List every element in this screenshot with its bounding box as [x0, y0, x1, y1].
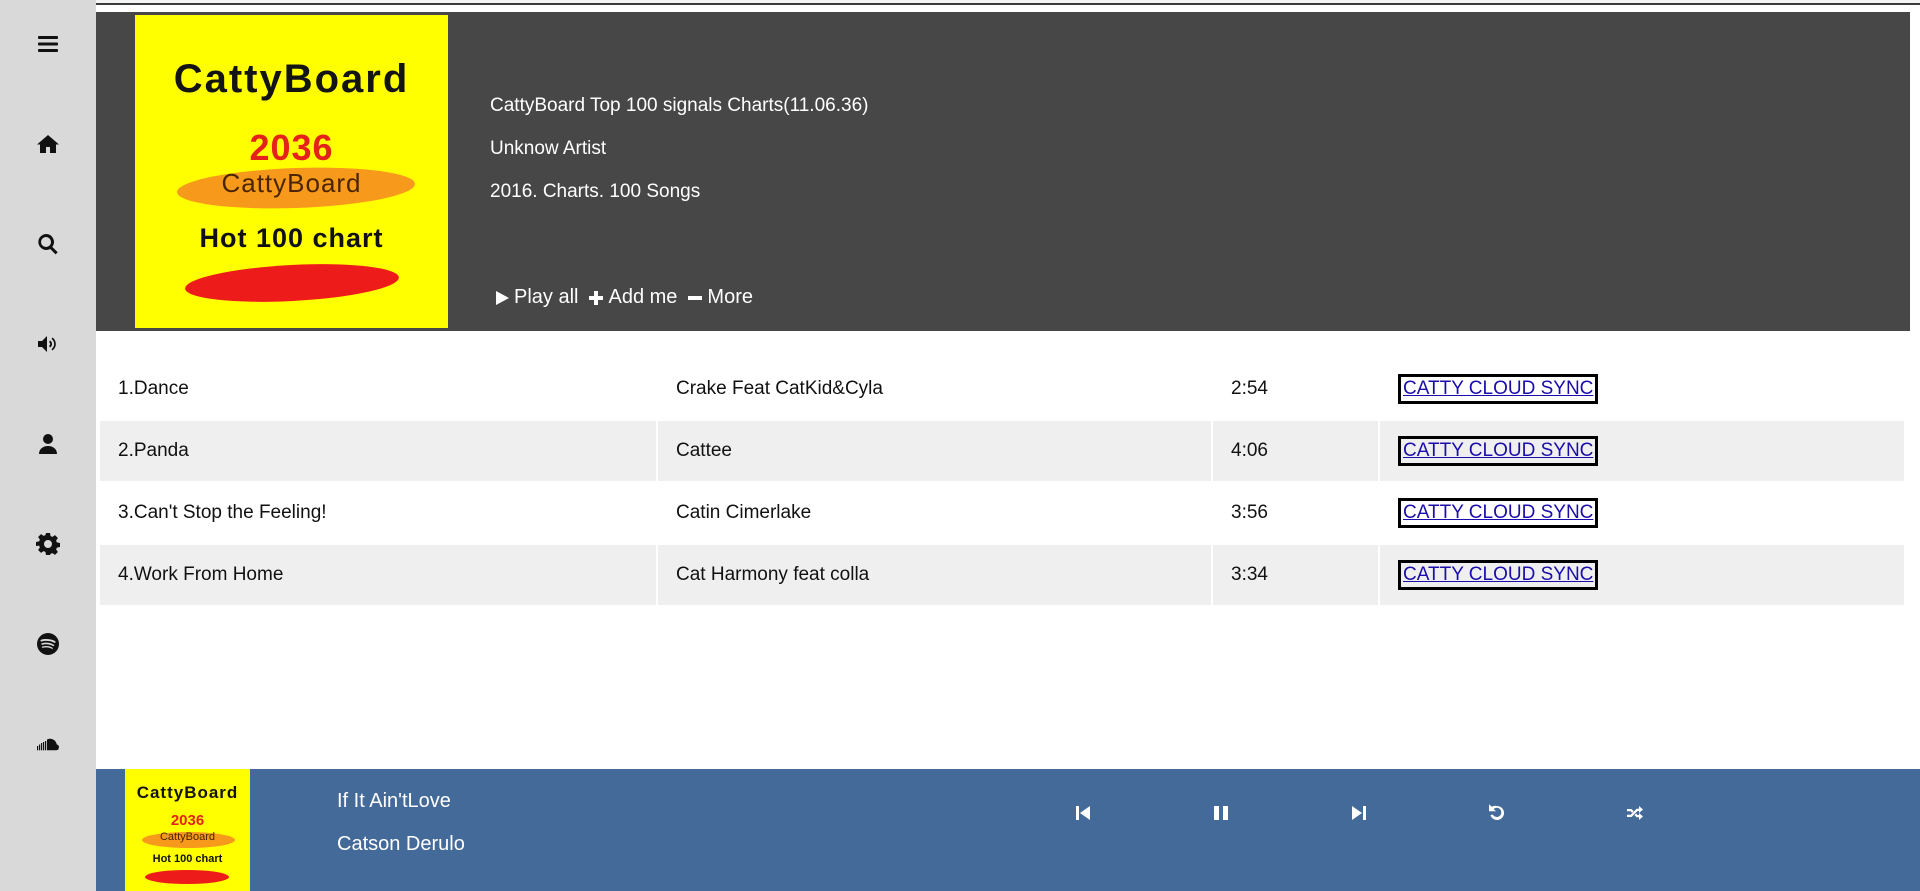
top-border-dark — [96, 3, 1920, 5]
repeat-button[interactable] — [1477, 793, 1517, 833]
user-icon — [39, 434, 57, 454]
cover-brand: CattyBoard — [173, 57, 410, 101]
table-row[interactable]: 2.Panda Cattee 4:06 CATTY CLOUD SYNC — [100, 421, 1908, 481]
search-icon — [38, 234, 58, 255]
mini-cover-red-swoosh — [145, 870, 229, 884]
user-button[interactable] — [0, 414, 96, 474]
now-playing-cover[interactable]: CattyBoard 2036 CattyBoard Hot 100 chart — [125, 769, 250, 891]
home-icon — [37, 135, 59, 153]
soundcloud-button[interactable] — [0, 714, 96, 774]
settings-button[interactable] — [0, 514, 96, 574]
menu-button[interactable] — [0, 14, 96, 74]
play-all-label: Play all — [514, 286, 579, 308]
track-sync-cell: CATTY CLOUD SYNC — [1380, 359, 1904, 419]
track-sync-cell: CATTY CLOUD SYNC — [1380, 545, 1904, 605]
track-sync-cell: CATTY CLOUD SYNC — [1380, 421, 1904, 481]
album-actions: Play all Add me More — [494, 286, 753, 309]
shuffle-button[interactable] — [1615, 793, 1655, 833]
track-list: 1.Dance Crake Feat CatKid&Cyla 2:54 CATT… — [100, 359, 1908, 607]
cover-hot-label: Hot 100 chart — [199, 223, 384, 253]
menu-icon — [38, 36, 58, 52]
cover-year: 2036 — [249, 127, 334, 168]
track-duration: 3:56 — [1231, 502, 1268, 523]
track-artist: Crake Feat CatKid&Cyla — [676, 378, 883, 399]
next-icon — [1352, 806, 1366, 820]
mini-cover-subtitle: CattyBoard — [159, 831, 216, 843]
sidebar — [0, 0, 96, 891]
previous-button[interactable] — [1063, 793, 1103, 833]
search-button[interactable] — [0, 214, 96, 274]
more-button[interactable]: More — [687, 286, 753, 309]
cover-red-swoosh — [184, 259, 400, 307]
spotify-button[interactable] — [0, 614, 96, 674]
table-row[interactable]: 1.Dance Crake Feat CatKid&Cyla 2:54 CATT… — [100, 359, 1908, 419]
next-button[interactable] — [1339, 793, 1379, 833]
track-title: 1.Dance — [118, 378, 189, 399]
now-playing-artist: Catson Derulo — [337, 833, 465, 855]
album-title: CattyBoard Top 100 signals Charts(11.06.… — [490, 95, 869, 116]
album-header: CattyBoard 2036 CattyBoard Hot 100 chart… — [96, 12, 1910, 331]
track-title: 4.Work From Home — [100, 545, 656, 605]
album-artist: Unknow Artist — [490, 138, 607, 159]
track-sync-cell: CATTY CLOUD SYNC — [1380, 483, 1904, 543]
track-title: 2.Panda — [100, 421, 656, 481]
mini-cover-hot-label: Hot 100 chart — [152, 853, 223, 865]
catty-cloud-sync-button[interactable]: CATTY CLOUD SYNC — [1398, 436, 1599, 466]
catty-cloud-sync-button[interactable]: CATTY CLOUD SYNC — [1398, 560, 1599, 590]
table-row[interactable]: 3.Can't Stop the Feeling! Catin Cimerlak… — [100, 483, 1908, 543]
catty-cloud-sync-button[interactable]: CATTY CLOUD SYNC — [1398, 374, 1599, 404]
table-row[interactable]: 4.Work From Home Cat Harmony feat colla … — [100, 545, 1908, 605]
pause-button[interactable] — [1201, 793, 1241, 833]
track-duration: 2:54 — [1231, 378, 1268, 399]
play-icon — [496, 290, 509, 305]
volume-icon — [38, 336, 56, 352]
album-meta: 2016. Charts. 100 Songs — [490, 181, 701, 202]
shuffle-icon — [1627, 806, 1643, 820]
add-me-label: Add me — [608, 286, 678, 308]
repeat-icon — [1489, 804, 1505, 820]
cover-subtitle: CattyBoard — [221, 168, 362, 198]
track-artist: Catin Cimerlake — [676, 502, 812, 523]
mini-cover-brand: CattyBoard — [136, 783, 239, 802]
now-playing-bar: CattyBoard 2036 CattyBoard Hot 100 chart… — [96, 769, 1920, 891]
now-playing-song: If It Ain'tLove — [337, 790, 451, 812]
previous-icon — [1076, 806, 1090, 820]
track-duration: 4:06 — [1213, 421, 1378, 481]
plus-icon — [589, 290, 604, 305]
track-artist: Cattee — [658, 421, 1211, 481]
track-title: 3.Can't Stop the Feeling! — [118, 502, 327, 523]
album-cover: CattyBoard 2036 CattyBoard Hot 100 chart — [135, 15, 448, 328]
spotify-icon — [37, 633, 59, 655]
soundcloud-icon — [37, 738, 59, 751]
volume-button[interactable] — [0, 314, 96, 374]
track-duration: 3:34 — [1213, 545, 1378, 605]
track-artist: Cat Harmony feat colla — [658, 545, 1211, 605]
add-me-button[interactable]: Add me — [588, 286, 677, 309]
home-button[interactable] — [0, 114, 96, 174]
more-label: More — [707, 286, 753, 308]
mini-cover-year: 2036 — [170, 812, 205, 829]
pause-icon — [1214, 806, 1228, 820]
gear-icon — [36, 533, 60, 555]
play-all-button[interactable]: Play all — [494, 286, 578, 309]
catty-cloud-sync-button[interactable]: CATTY CLOUD SYNC — [1398, 498, 1599, 528]
minus-icon — [688, 295, 703, 300]
